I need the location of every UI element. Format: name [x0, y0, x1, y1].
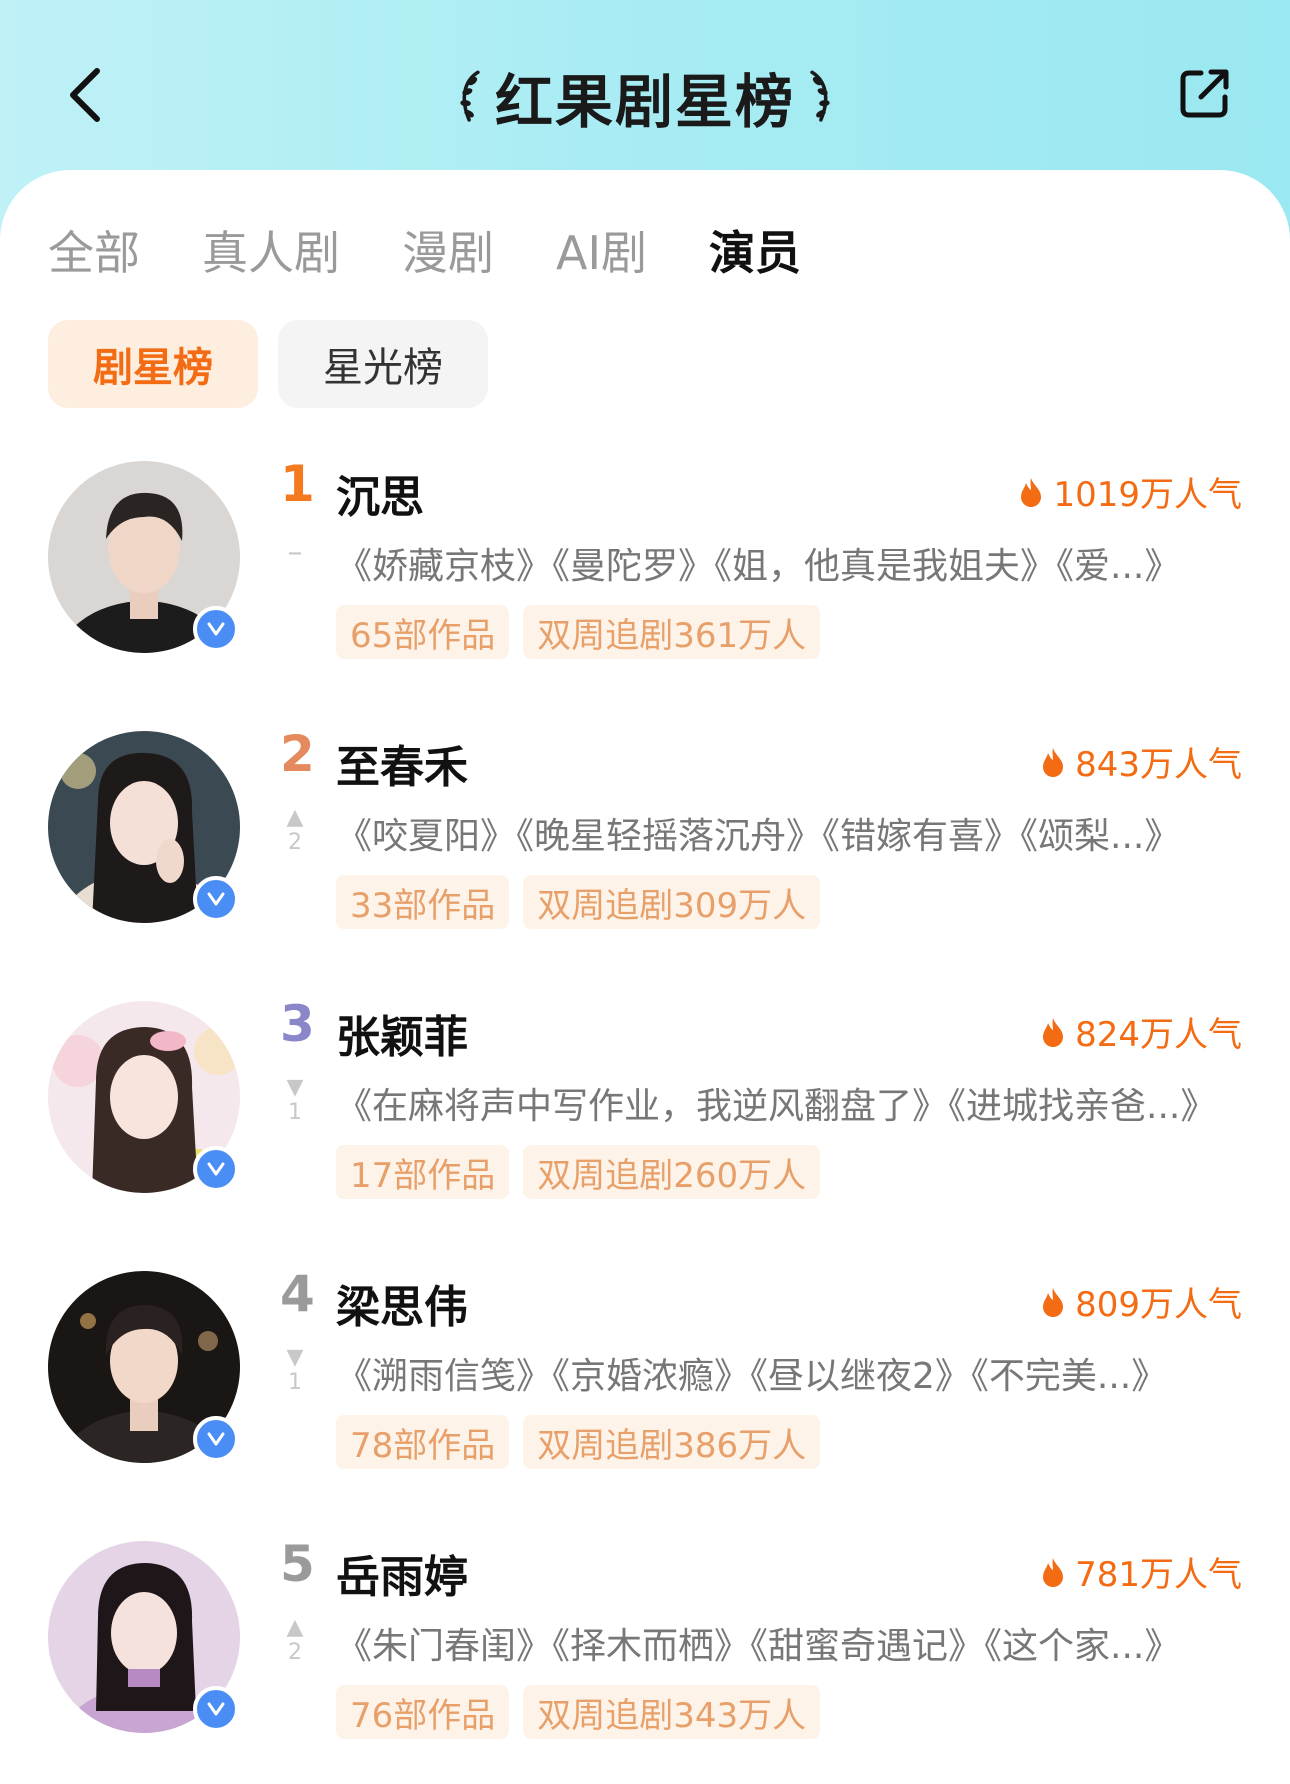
ranking-subtabs: 剧星榜 星光榜	[48, 320, 488, 408]
works-count-tag: 33部作品	[336, 875, 510, 929]
actor-name[interactable]: 岳雨婷	[336, 1541, 468, 1605]
fire-icon	[1043, 1017, 1064, 1047]
tab-comic[interactable]: 漫剧	[402, 217, 494, 283]
verified-v-icon	[207, 1432, 225, 1446]
list-item[interactable]: 5 ▲ 2 岳雨婷 781万人气 《朱门春闺》《择木而栖》《甜蜜奇遇记》《这个家…	[0, 1535, 1290, 1784]
title-wrap: 红果剧星榜	[455, 52, 835, 142]
avatar-wrap	[48, 461, 240, 653]
tab-ai[interactable]: AI剧	[556, 217, 647, 283]
list-item[interactable]: 4 ▼ 1 梁思伟 809万人气 《溯雨信笺》《京婚浓瘾》《昼以继夜2》《不完美…	[0, 1265, 1290, 1535]
popularity: 809万人气	[1041, 1277, 1242, 1326]
trend-value: 2	[288, 830, 302, 855]
works-count-tag: 76部作品	[336, 1685, 510, 1739]
tags: 65部作品 双周追剧361万人	[336, 605, 821, 659]
tags: 33部作品 双周追剧309万人	[336, 875, 821, 929]
verified-badge	[193, 606, 239, 652]
followers-tag: 双周追剧386万人	[523, 1415, 821, 1469]
tab-all[interactable]: 全部	[48, 217, 140, 283]
tab-live-action[interactable]: 真人剧	[202, 217, 340, 283]
trend-up-icon: ▲	[286, 805, 304, 830]
category-tabs: 全部 真人剧 漫剧 AI剧 演员	[48, 215, 863, 285]
laurel-left-icon	[460, 70, 480, 122]
verified-v-icon	[207, 1702, 225, 1716]
trend-down-icon: ▼	[286, 1345, 304, 1370]
avatar-wrap	[48, 731, 240, 923]
trend-value: 1	[288, 1370, 302, 1395]
rank-trend: –	[278, 535, 312, 570]
actor-name[interactable]: 至春禾	[336, 731, 468, 795]
list-item[interactable]: 1 – 沉思 1019万人气 《娇藏京枝》《曼陀罗》《姐，他真是我姐夫》《爱..…	[0, 455, 1290, 725]
works-list[interactable]: 《在麻将声中写作业，我逆风翻盘了》《进城找亲爸...》	[336, 1077, 1242, 1129]
actor-name[interactable]: 张颖菲	[336, 1001, 468, 1065]
page-title: 红果剧星榜	[494, 68, 795, 136]
works-count-tag: 65部作品	[336, 605, 510, 659]
rank-number: 4	[280, 1265, 315, 1323]
subtab-drama-star[interactable]: 剧星榜	[48, 320, 258, 408]
actor-name[interactable]: 沉思	[336, 461, 424, 525]
avatar-wrap	[48, 1541, 240, 1733]
works-list[interactable]: 《咬夏阳》《晚星轻摇落沉舟》《错嫁有喜》《颂梨...》	[336, 807, 1242, 859]
followers-tag: 双周追剧309万人	[523, 875, 821, 929]
verified-badge	[193, 1416, 239, 1462]
subtab-starlight[interactable]: 星光榜	[278, 320, 488, 408]
rank-trend: ▼ 1	[278, 1075, 312, 1125]
rank-number: 2	[280, 725, 315, 783]
verified-v-icon	[207, 622, 225, 636]
trend-up-icon: ▲	[286, 1615, 304, 1640]
popularity: 1019万人气	[1019, 467, 1242, 516]
works-list[interactable]: 《娇藏京枝》《曼陀罗》《姐，他真是我姐夫》《爱...》	[336, 537, 1242, 589]
rank-trend: ▼ 1	[278, 1345, 312, 1395]
tags: 76部作品 双周追剧343万人	[336, 1685, 821, 1739]
rank-number: 5	[280, 1535, 315, 1593]
share-button[interactable]	[1170, 58, 1240, 128]
verified-badge	[193, 1686, 239, 1732]
rank-trend: ▲ 2	[278, 1615, 312, 1665]
popularity: 781万人气	[1041, 1547, 1242, 1596]
rank-number: 1	[280, 455, 315, 513]
works-list[interactable]: 《溯雨信笺》《京婚浓瘾》《昼以继夜2》《不完美...》	[336, 1347, 1242, 1399]
actor-name[interactable]: 梁思伟	[336, 1271, 468, 1335]
tab-actors[interactable]: 演员	[709, 217, 801, 283]
popularity: 824万人气	[1041, 1007, 1242, 1056]
tags: 78部作品 双周追剧386万人	[336, 1415, 821, 1469]
verified-badge	[193, 1146, 239, 1192]
verified-v-icon	[207, 1162, 225, 1176]
trend-down-icon: ▼	[286, 1075, 304, 1100]
avatar-wrap	[48, 1001, 240, 1193]
verified-badge	[193, 876, 239, 922]
rank-number: 3	[280, 995, 315, 1053]
fire-icon	[1043, 747, 1064, 777]
tags: 17部作品 双周追剧260万人	[336, 1145, 821, 1199]
back-arrow-icon	[70, 68, 100, 122]
rank-trend: ▲ 2	[278, 805, 312, 855]
trend-flat-icon: –	[287, 535, 303, 570]
laurel-right-icon	[810, 70, 830, 122]
followers-tag: 双周追剧343万人	[523, 1685, 821, 1739]
verified-v-icon	[207, 892, 225, 906]
works-count-tag: 78部作品	[336, 1415, 510, 1469]
back-button[interactable]	[50, 55, 120, 135]
share-icon	[1180, 69, 1229, 118]
popularity: 843万人气	[1041, 737, 1242, 786]
avatar-wrap	[48, 1271, 240, 1463]
followers-tag: 双周追剧260万人	[523, 1145, 821, 1199]
list-item[interactable]: 3 ▼ 1 张颖菲 824万人气 《在麻将声中写作业，我逆风翻盘了》《进城找亲爸…	[0, 995, 1290, 1265]
fire-icon	[1043, 1557, 1064, 1587]
works-count-tag: 17部作品	[336, 1145, 510, 1199]
ranking-list: 1 – 沉思 1019万人气 《娇藏京枝》《曼陀罗》《姐，他真是我姐夫》《爱..…	[0, 455, 1290, 1784]
works-list[interactable]: 《朱门春闺》《择木而栖》《甜蜜奇遇记》《这个家...》	[336, 1617, 1242, 1669]
followers-tag: 双周追剧361万人	[523, 605, 821, 659]
trend-value: 1	[288, 1100, 302, 1125]
list-item[interactable]: 2 ▲ 2 至春禾 843万人气 《咬夏阳》《晚星轻摇落沉舟》《错嫁有喜》《颂梨…	[0, 725, 1290, 995]
fire-icon	[1043, 1287, 1064, 1317]
fire-icon	[1021, 477, 1042, 507]
trend-value: 2	[288, 1640, 302, 1665]
